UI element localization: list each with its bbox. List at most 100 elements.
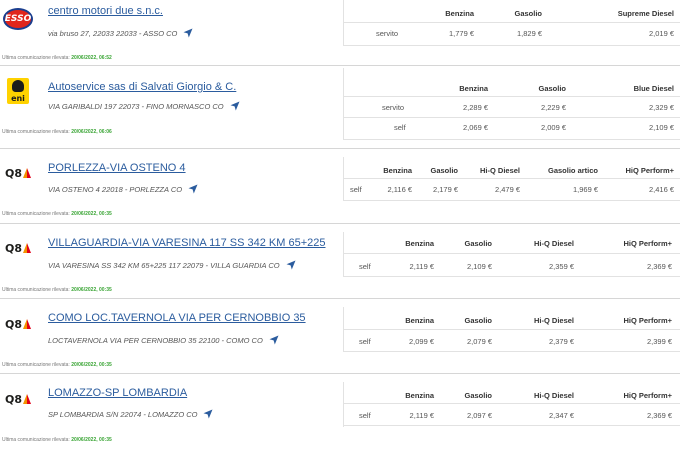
station-card: Q8 LOMAZZO-SP LOMBARDIA SP LOMBARDIA S/N… [0,374,680,449]
service-type: self [359,411,371,420]
fuel-header: Hi-Q Diesel [533,316,574,325]
price-value: 2,399 € [646,337,672,346]
navigate-icon[interactable] [183,28,193,38]
table-row-divider [343,139,680,140]
fuel-header: Gasolio [464,316,492,325]
station-name-link[interactable]: centro motori due s.n.c. [48,5,163,17]
fuel-header: HiQ Perform+ [625,166,674,175]
station-address: VIA OSTENO 4 22018 - PORLEZZA CO [48,184,198,194]
price-value: 2,069 € [462,123,488,132]
station-address: SP LOMBARDIA S/N 22074 - LOMAZZO CO [48,409,213,419]
price-value: 2,379 € [548,337,574,346]
table-divider [343,68,344,140]
station-card: ESSO centro motori due s.n.c. via bruso … [0,0,680,70]
table-row-divider [343,200,680,201]
last-update: Ultima comunicazione rilevata: 20/06/202… [2,211,112,217]
station-card: Q8 VILLAGUARDIA-VIA VARESINA 117 SS 342 … [0,224,680,299]
price-value: 2,079 € [466,337,492,346]
station-name-link[interactable]: COMO LOC.TAVERNOLA VIA PER CERNOBBIO 35 [48,312,306,324]
last-update: Ultima comunicazione rilevata: 20/06/202… [2,55,112,61]
price-value: 2,099 € [408,337,434,346]
price-value: 2,347 € [548,411,574,420]
table-divider [343,157,344,201]
station-address: VIA GARIBALDI 197 22073 - FINO MORNASCO … [48,101,240,111]
station-name-link[interactable]: VILLAGUARDIA-VIA VARESINA 117 SS 342 KM … [48,237,326,249]
fuel-header: Gasolio [514,9,542,18]
station-card: Q8 COMO LOC.TAVERNOLA VIA PER CERNOBBIO … [0,299,680,374]
q8-logo-icon: Q8 [2,309,34,339]
table-row-divider [343,117,680,118]
table-row-divider [343,96,680,97]
station-name-link[interactable]: PORLEZZA-VIA OSTENO 4 [48,162,186,174]
navigate-icon[interactable] [269,335,279,345]
price-value: 2,416 € [648,185,674,194]
fuel-header: Gasolio [430,166,458,175]
price-value: 2,359 € [548,262,574,271]
fuel-header: HiQ Perform+ [623,239,672,248]
station-address: LOCTAVERNOLA VIA PER CERNOBBIO 35 22100 … [48,335,279,345]
price-value: 2,229 € [540,103,566,112]
price-value: 2,109 € [648,123,674,132]
station-name-link[interactable]: Autoservice sas di Salvati Giorgio & C. [48,81,236,93]
navigate-icon[interactable] [188,184,198,194]
fuel-header: Hi-Q Diesel [533,391,574,400]
navigate-icon[interactable] [203,409,213,419]
station-address: via bruso 27, 22033 22033 - ASSO CO [48,28,193,38]
table-divider [343,232,344,277]
last-update: Ultima comunicazione rilevata: 20/06/202… [2,129,112,135]
fuel-header: Hi-Q Diesel [479,166,520,175]
fuel-header: Hi-Q Diesel [533,239,574,248]
table-row-divider [343,329,680,330]
fuel-header: Benzina [405,239,434,248]
table-row-divider [343,22,680,23]
service-type: self [394,123,406,132]
table-row-divider [343,276,680,277]
service-type: self [359,337,371,346]
fuel-header: Blue Diesel [633,84,674,93]
table-row-divider [343,351,680,352]
fuel-header: Gasolio [464,239,492,248]
q8-logo-icon: Q8 [2,384,34,414]
q8-logo-icon: Q8 [2,158,34,188]
price-value: 2,097 € [466,411,492,420]
fuel-header: Benzina [405,316,434,325]
fuel-header: HiQ Perform+ [623,391,672,400]
price-value: 2,116 € [387,185,412,194]
table-row-divider [343,45,680,46]
navigate-icon[interactable] [286,260,296,270]
station-card: Q8 PORLEZZA-VIA OSTENO 4 VIA OSTENO 4 22… [0,149,680,224]
fuel-header: Benzina [445,9,474,18]
table-row-divider [343,403,680,404]
service-type: servito [376,29,399,38]
price-value: 2,119 € [409,262,434,271]
fuel-header: Benzina [459,84,488,93]
price-value: 2,179 € [432,185,458,194]
station-address: VIA VARESINA SS 342 KM 65+225 117 22079 … [48,260,296,270]
station-name-link[interactable]: LOMAZZO-SP LOMBARDIA [48,387,187,399]
service-type: self [350,185,362,194]
price-value: 2,329 € [648,103,674,112]
table-row-divider [343,425,680,426]
eni-logo-icon: eni [2,76,34,106]
table-divider [343,382,344,427]
fuel-header: Gasolio [464,391,492,400]
price-value: 2,009 € [540,123,566,132]
fuel-header: Benzina [405,391,434,400]
price-value: 2,369 € [646,411,672,420]
last-update: Ultima comunicazione rilevata: 20/06/202… [2,437,112,443]
navigate-icon[interactable] [230,101,240,111]
fuel-header: HiQ Perform+ [623,316,672,325]
price-value: 1,829 € [516,29,542,38]
fuel-header: Gasolio artico [547,166,598,175]
table-row-divider [343,253,680,254]
price-value: 2,019 € [648,29,674,38]
esso-logo-icon: ESSO [2,4,34,34]
price-value: 1,969 € [572,185,598,194]
service-type: servito [382,103,405,112]
price-value: 2,479 € [494,185,520,194]
service-type: self [359,262,371,271]
price-value: 2,109 € [466,262,492,271]
q8-logo-icon: Q8 [2,233,34,263]
price-value: 1,779 € [448,29,474,38]
fuel-header: Benzina [383,166,412,175]
